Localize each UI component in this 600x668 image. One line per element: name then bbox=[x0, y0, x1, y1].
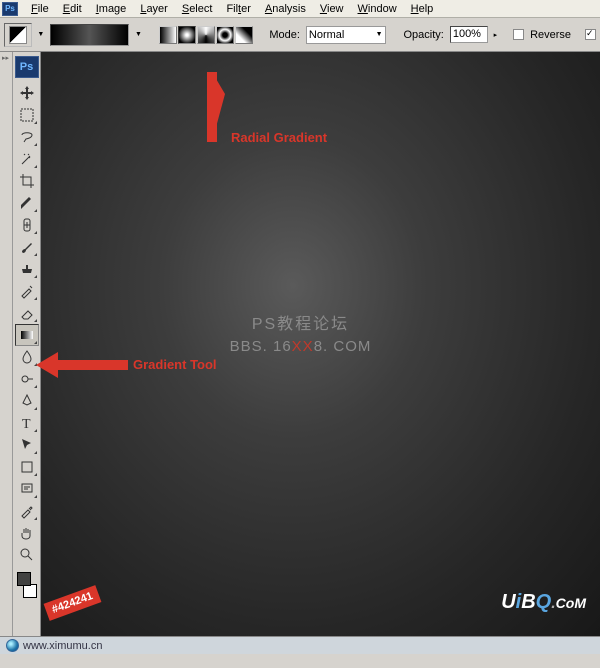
reverse-checkbox[interactable] bbox=[513, 29, 524, 40]
blur-tool[interactable] bbox=[15, 346, 39, 368]
menu-layer[interactable]: Layer bbox=[133, 1, 175, 17]
workspace: ▸▸ Ps T PS教程论坛 BBS. 16 bbox=[0, 52, 600, 636]
gradient-type-row bbox=[159, 26, 253, 44]
options-bar: ▼ ▼ Mode: Normal ▼ Opacity: 100% ▸ Rever… bbox=[0, 18, 600, 52]
pen-tool[interactable] bbox=[15, 390, 39, 412]
tool-preset-picker[interactable] bbox=[4, 23, 32, 47]
hand-tool[interactable] bbox=[15, 522, 39, 544]
canvas[interactable]: PS教程论坛 BBS. 16XX8. COM Radial Gradient G… bbox=[41, 52, 600, 636]
menu-bar: Ps File Edit Image Layer Select Filter A… bbox=[0, 0, 600, 18]
gradient-editor[interactable] bbox=[50, 24, 130, 46]
menu-image[interactable]: Image bbox=[89, 1, 134, 17]
diamond-gradient-button[interactable] bbox=[235, 26, 253, 44]
blend-mode-select[interactable]: Normal ▼ bbox=[306, 26, 386, 44]
radial-gradient-button[interactable] bbox=[178, 26, 196, 44]
globe-icon bbox=[6, 639, 19, 652]
brush-tool[interactable] bbox=[15, 236, 39, 258]
path-selection-tool[interactable] bbox=[15, 434, 39, 456]
eraser-tool[interactable] bbox=[15, 302, 39, 324]
background-color-swatch[interactable] bbox=[23, 584, 37, 598]
gradient-tool[interactable] bbox=[15, 324, 39, 346]
shape-tool[interactable] bbox=[15, 456, 39, 478]
magic-wand-tool[interactable] bbox=[15, 148, 39, 170]
blend-mode-value: Normal bbox=[309, 29, 344, 41]
watermark: PS教程论坛 BBS. 16XX8. COM bbox=[41, 310, 560, 355]
annotation-radial-label: Radial Gradient bbox=[231, 130, 327, 145]
move-tool[interactable] bbox=[15, 82, 39, 104]
menu-file[interactable]: File bbox=[24, 1, 56, 17]
tool-preset-dropdown[interactable]: ▼ bbox=[36, 23, 46, 47]
angle-gradient-button[interactable] bbox=[197, 26, 215, 44]
menu-edit[interactable]: Edit bbox=[56, 1, 89, 17]
toolbox: Ps T bbox=[13, 52, 41, 636]
type-tool[interactable]: T bbox=[15, 412, 39, 434]
menu-filter[interactable]: Filter bbox=[219, 1, 257, 17]
watermark-line1: PS教程论坛 bbox=[41, 310, 560, 334]
footer-url: www.ximumu.cn bbox=[23, 640, 102, 652]
menu-analysis[interactable]: Analysis bbox=[258, 1, 313, 17]
svg-text:T: T bbox=[22, 417, 31, 431]
panel-dock-gutter[interactable]: ▸▸ bbox=[0, 52, 13, 636]
arrow-annotation-gradient-tool bbox=[36, 352, 128, 378]
eyedropper-tool[interactable] bbox=[15, 500, 39, 522]
dither-checkbox[interactable] bbox=[585, 29, 596, 40]
foreground-color-swatch[interactable] bbox=[17, 572, 31, 586]
slice-tool[interactable] bbox=[15, 192, 39, 214]
history-brush-tool[interactable] bbox=[15, 280, 39, 302]
reflected-gradient-button[interactable] bbox=[216, 26, 234, 44]
dodge-tool[interactable] bbox=[15, 368, 39, 390]
clone-stamp-tool[interactable] bbox=[15, 258, 39, 280]
menu-view[interactable]: View bbox=[313, 1, 351, 17]
brand-watermark: UiBQ.CoM bbox=[501, 591, 586, 614]
opacity-dropdown-icon[interactable]: ▸ bbox=[494, 31, 498, 39]
menu-help[interactable]: Help bbox=[404, 1, 441, 17]
arrow-annotation-radial bbox=[197, 54, 227, 142]
menu-select[interactable]: Select bbox=[175, 1, 220, 17]
zoom-tool[interactable] bbox=[15, 544, 39, 566]
gradient-dropdown[interactable]: ▼ bbox=[133, 23, 143, 47]
app-icon: Ps bbox=[2, 2, 18, 16]
notes-tool[interactable] bbox=[15, 478, 39, 500]
mode-label: Mode: bbox=[269, 29, 300, 41]
menu-window[interactable]: Window bbox=[351, 1, 404, 17]
color-swatches[interactable] bbox=[15, 570, 39, 600]
reverse-label: Reverse bbox=[530, 29, 571, 41]
annotation-gradient-tool-label: Gradient Tool bbox=[133, 357, 217, 372]
status-bar: www.ximumu.cn bbox=[0, 636, 600, 654]
toolbox-header: Ps bbox=[15, 56, 39, 78]
annotation-swatch-hex: #424241 bbox=[44, 585, 102, 621]
opacity-input[interactable]: 100% bbox=[450, 26, 488, 43]
opacity-label: Opacity: bbox=[403, 29, 443, 41]
crop-tool[interactable] bbox=[15, 170, 39, 192]
linear-gradient-button[interactable] bbox=[159, 26, 177, 44]
marquee-tool[interactable] bbox=[15, 104, 39, 126]
chevron-down-icon: ▼ bbox=[376, 31, 383, 38]
lasso-tool[interactable] bbox=[15, 126, 39, 148]
healing-brush-tool[interactable] bbox=[15, 214, 39, 236]
dock-collapse-icon[interactable]: ▸▸ bbox=[2, 54, 9, 62]
